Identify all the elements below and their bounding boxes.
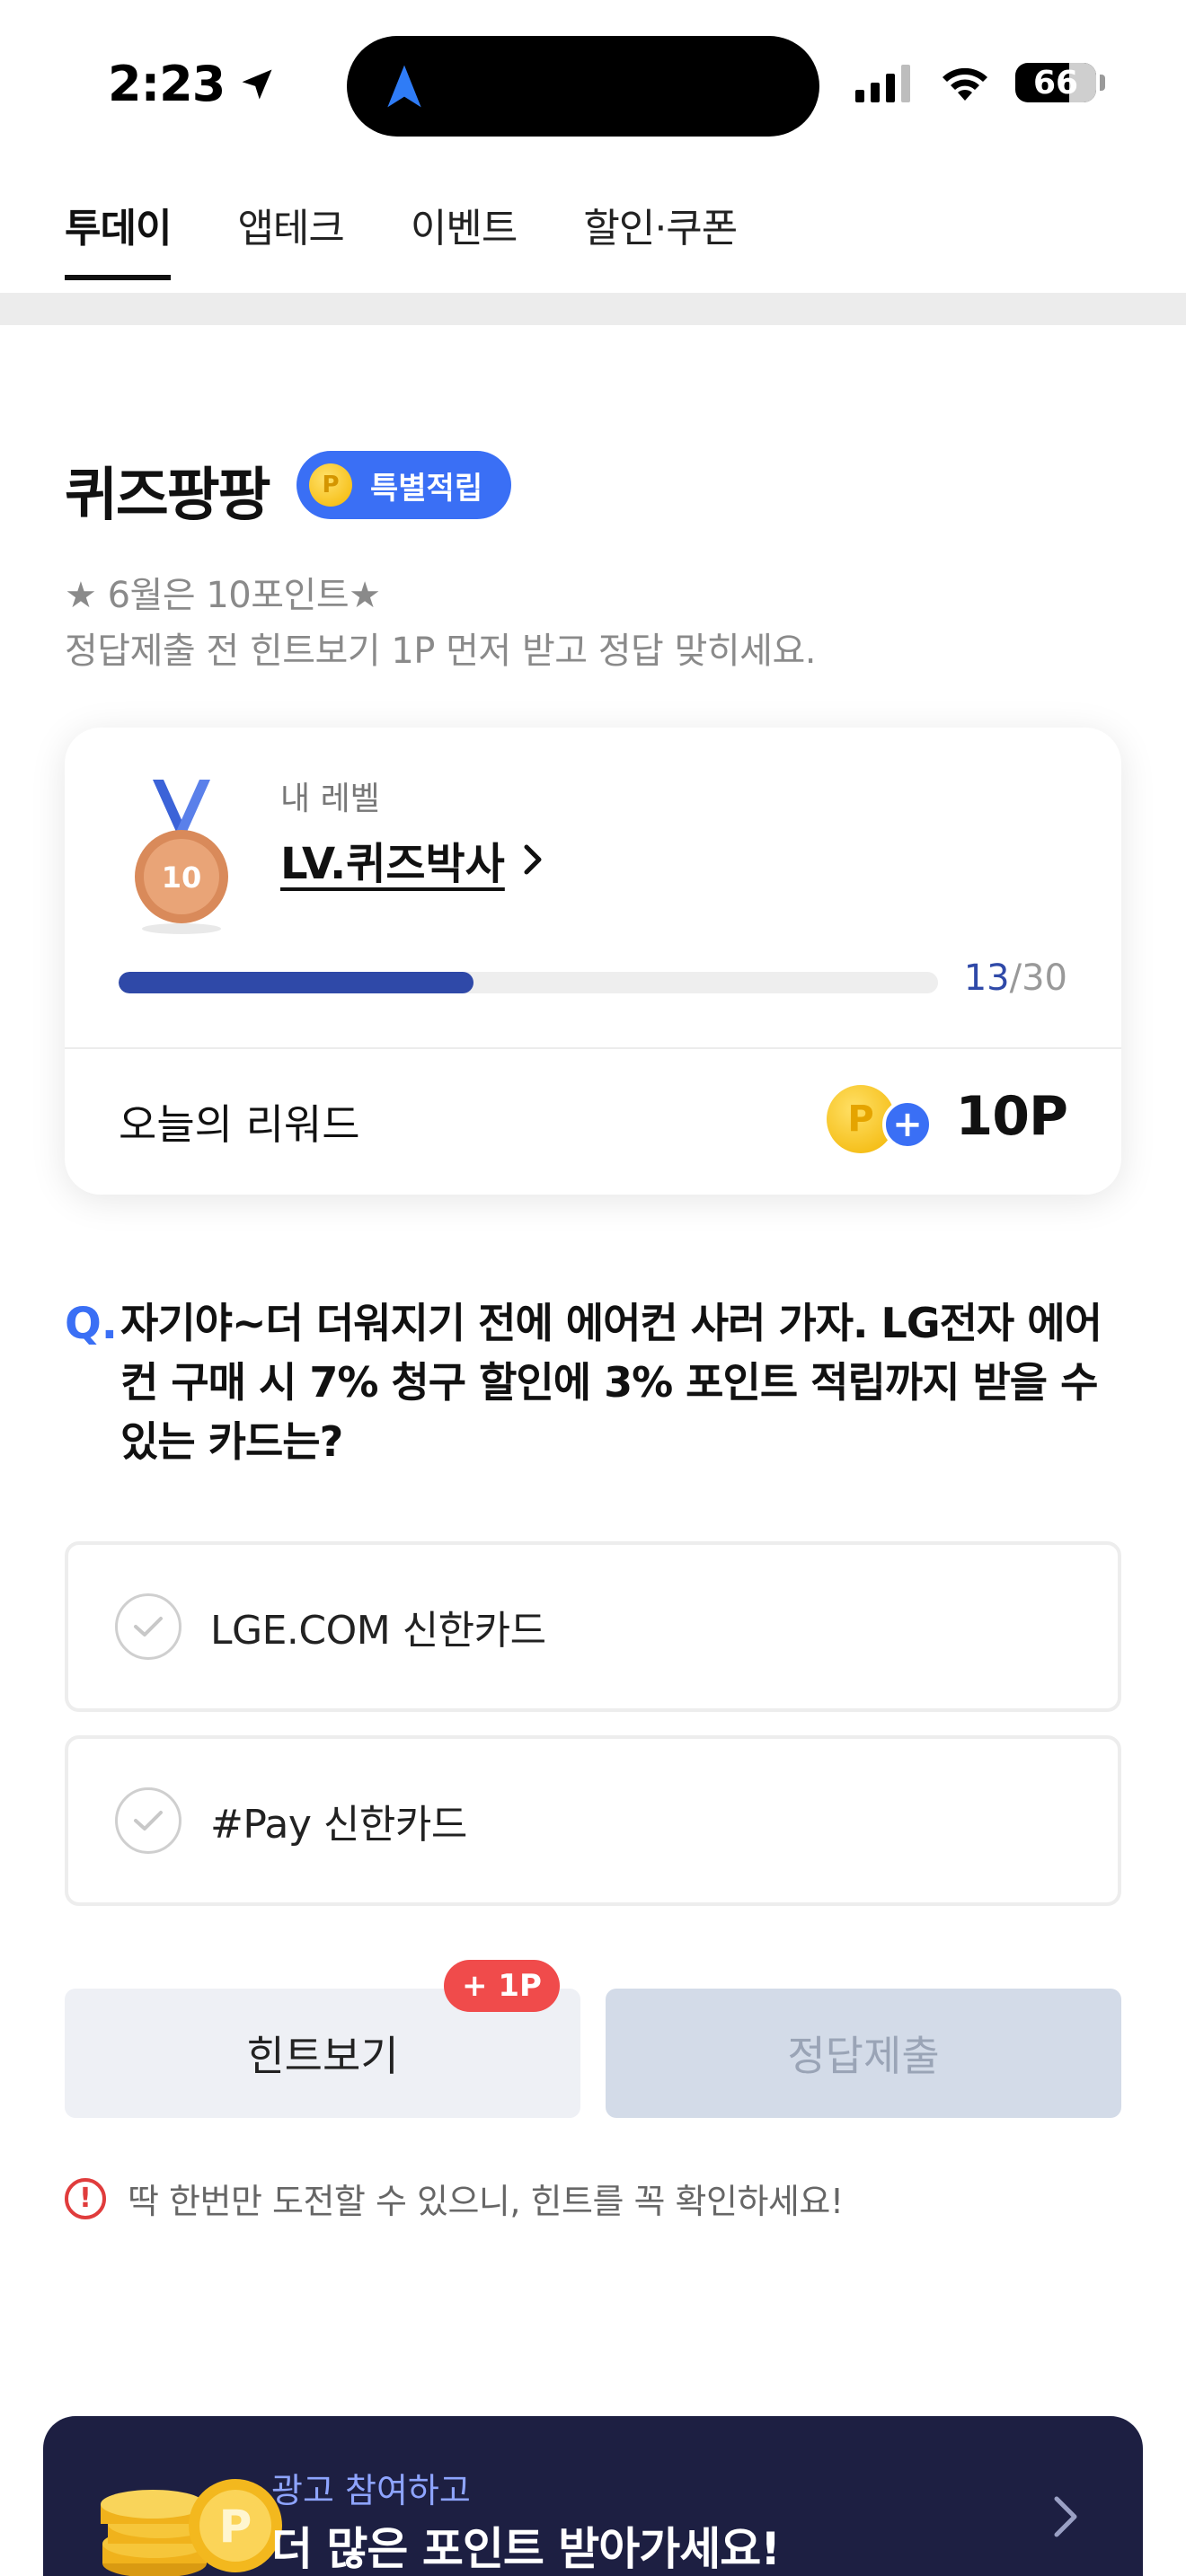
tab-event[interactable]: 이벤트 bbox=[411, 196, 518, 277]
ad-title: 더 많은 포인트 받아가세요! bbox=[271, 2523, 781, 2575]
reward-value: 10P bbox=[955, 1085, 1068, 1148]
signal-icon bbox=[855, 65, 910, 102]
level-progress-count: 13/30 bbox=[964, 957, 1067, 999]
answer-option-2[interactable]: #Pay 신한카드 bbox=[65, 1735, 1121, 1906]
hint-point-badge: + 1P bbox=[444, 1960, 560, 2012]
status-icons: 66 bbox=[855, 63, 1105, 102]
battery-body: 66 bbox=[1015, 63, 1096, 102]
level-caption: 내 레벨 bbox=[280, 781, 380, 817]
medal-number: 10 bbox=[162, 860, 202, 895]
quiz-subtitle-guide: 정답제출 전 힌트보기 1P 먼저 받고 정답 맞히세요. bbox=[65, 631, 817, 672]
notice: ! 딱 한번만 도전할 수 있으니, 힌트를 꼭 확인하세요! bbox=[65, 2174, 844, 2223]
card-divider bbox=[65, 1047, 1121, 1049]
medal-icon: 10 bbox=[135, 780, 228, 934]
section-divider bbox=[0, 293, 1186, 325]
question-text: 자기야~더 더워지기 전에 에어컨 사러 가자. LG전자 에어컨 구매 시 7… bbox=[120, 1299, 1102, 1466]
chevron-right-icon bbox=[524, 844, 542, 875]
special-reward-label: 특별적립 bbox=[370, 470, 483, 507]
answer-option-label: LGE.COM 신한카드 bbox=[210, 1608, 546, 1654]
progress-total: /30 bbox=[1009, 957, 1067, 999]
battery-level: 66 bbox=[1032, 64, 1079, 101]
status-time-text: 2:23 bbox=[108, 56, 226, 112]
status-bar: 2:23 66 bbox=[0, 0, 1186, 171]
question-mark: Q. bbox=[65, 1299, 119, 1349]
answer-option-1[interactable]: LGE.COM 신한카드 bbox=[65, 1541, 1121, 1712]
svg-text:P: P bbox=[219, 2501, 252, 2553]
coin-icon: P bbox=[309, 463, 352, 507]
dynamic-island bbox=[347, 36, 819, 137]
quiz-subtitle-promo: ★ 6월은 10포인트★ bbox=[65, 575, 381, 616]
location-arrow-icon bbox=[242, 69, 272, 99]
tab-apptech[interactable]: 앱테크 bbox=[237, 196, 344, 277]
navigation-arrow-icon bbox=[387, 65, 421, 108]
check-icon bbox=[115, 1593, 181, 1660]
coin-stack-icon: P bbox=[101, 2479, 282, 2576]
ad-banner[interactable]: P 광고 참여하고 더 많은 포인트 받아가세요! bbox=[43, 2416, 1143, 2576]
plus-icon: + bbox=[882, 1099, 933, 1150]
wifi-icon bbox=[943, 67, 987, 101]
progress-current: 13 bbox=[963, 957, 1010, 999]
answer-option-label: #Pay 신한카드 bbox=[210, 1802, 467, 1848]
level-progress-fill bbox=[119, 972, 474, 993]
check-icon bbox=[115, 1787, 181, 1854]
level-name-text: LV.퀴즈박사 bbox=[280, 839, 505, 889]
alert-icon: ! bbox=[65, 2177, 106, 2219]
tab-discount-coupon[interactable]: 할인·쿠폰 bbox=[583, 196, 738, 277]
chevron-right-icon bbox=[1054, 2496, 1077, 2537]
top-tabs: 투데이 앱테크 이벤트 할인·쿠폰 bbox=[65, 196, 738, 280]
submit-answer-button[interactable]: 정답제출 bbox=[606, 1989, 1121, 2118]
level-progress-bar bbox=[119, 972, 938, 993]
notice-text: 딱 한번만 도전할 수 있으니, 힌트를 꼭 확인하세요! bbox=[128, 2182, 844, 2221]
battery-icon: 66 bbox=[1015, 63, 1105, 102]
level-card: 10 내 레벨 LV.퀴즈박사 13/30 오늘의 리워드 P + 10P bbox=[65, 728, 1121, 1195]
status-time: 2:23 bbox=[108, 56, 277, 112]
tab-today[interactable]: 투데이 bbox=[65, 196, 172, 280]
special-reward-badge: P 특별적립 bbox=[296, 451, 512, 519]
level-name-link[interactable]: LV.퀴즈박사 bbox=[280, 828, 544, 891]
ad-subtitle: 광고 참여하고 bbox=[271, 2471, 471, 2510]
quiz-title: 퀴즈팡팡 bbox=[65, 463, 271, 529]
reward-label: 오늘의 리워드 bbox=[119, 1100, 360, 1149]
